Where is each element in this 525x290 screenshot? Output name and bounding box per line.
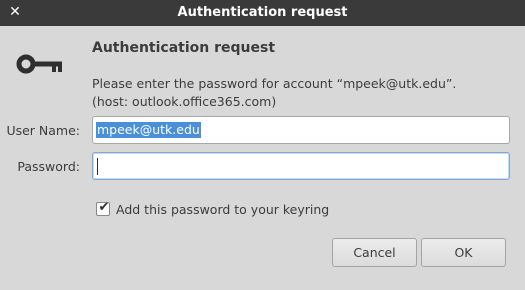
- checkmark-icon: ✔: [98, 200, 110, 215]
- dialog-heading: Authentication request: [92, 40, 276, 56]
- auth-dialog: Authentication request Please enter the …: [0, 26, 525, 290]
- key-icon: [16, 54, 62, 74]
- cancel-button[interactable]: Cancel: [332, 238, 417, 267]
- text-caret: [97, 158, 98, 175]
- ok-button[interactable]: OK: [421, 238, 506, 267]
- keyring-checkbox-label[interactable]: Add this password to your keyring: [116, 202, 329, 217]
- username-label: User Name:: [6, 123, 80, 138]
- keyring-checkbox[interactable]: ✔: [96, 200, 110, 216]
- password-label: Password:: [17, 159, 80, 174]
- dialog-host: (host: outlook.office365.com): [92, 94, 277, 109]
- dialog-message: Please enter the password for account “m…: [92, 76, 457, 91]
- password-field[interactable]: [92, 152, 510, 180]
- window-title: Authentication request: [177, 5, 348, 20]
- username-field[interactable]: mpeek@utk.edu: [92, 116, 510, 144]
- username-value: mpeek@utk.edu: [96, 122, 201, 138]
- title-bar: ✕ Authentication request: [0, 0, 525, 26]
